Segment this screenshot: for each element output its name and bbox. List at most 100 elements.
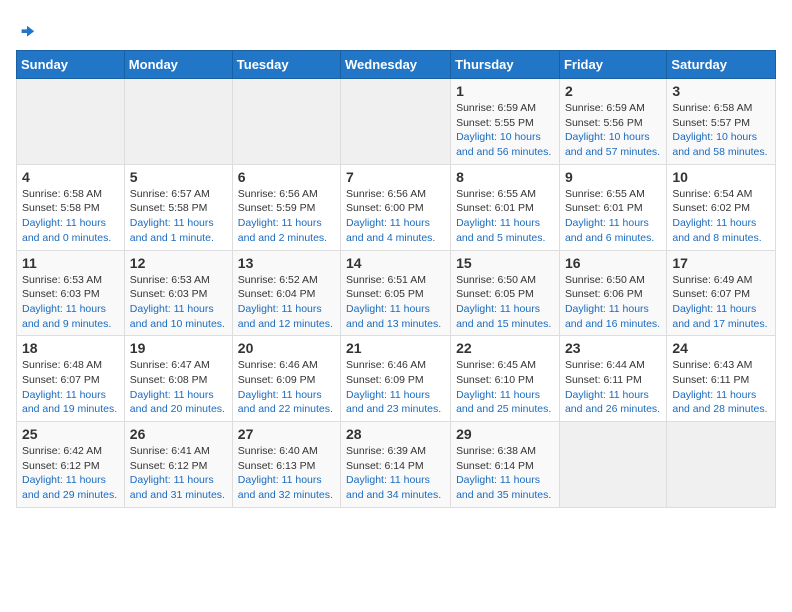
day-info: Sunrise: 6:56 AMSunset: 6:00 PMDaylight:… [346,187,445,246]
week-row-4: 25Sunrise: 6:42 AMSunset: 6:12 PMDayligh… [17,422,776,508]
daylight-label-cont: and and 5 minutes. [456,231,554,246]
calendar-cell: 3Sunrise: 6:58 AMSunset: 5:57 PMDaylight… [667,79,776,165]
calendar-cell: 1Sunrise: 6:59 AMSunset: 5:55 PMDaylight… [451,79,560,165]
day-number: 12 [130,255,227,271]
day-info: Sunrise: 6:49 AMSunset: 6:07 PMDaylight:… [672,273,770,332]
daylight-label-cont: and and 12 minutes. [238,317,335,332]
calendar-cell: 8Sunrise: 6:55 AMSunset: 6:01 PMDaylight… [451,164,560,250]
daylight-label-cont: and and 23 minutes. [346,402,445,417]
sunrise-text: Sunrise: 6:56 AM [346,187,445,202]
day-number: 14 [346,255,445,271]
column-header-tuesday: Tuesday [232,51,340,79]
calendar-cell: 22Sunrise: 6:45 AMSunset: 6:10 PMDayligh… [451,336,560,422]
daylight-label-cont: and and 9 minutes. [22,317,119,332]
daylight-label-cont: and and 56 minutes. [456,145,554,160]
day-number: 10 [672,169,770,185]
column-header-friday: Friday [559,51,666,79]
column-header-wednesday: Wednesday [341,51,451,79]
daylight-label-cont: and and 16 minutes. [565,317,661,332]
calendar-cell: 7Sunrise: 6:56 AMSunset: 6:00 PMDaylight… [341,164,451,250]
day-number: 4 [22,169,119,185]
daylight-label-cont: and and 17 minutes. [672,317,770,332]
daylight-label: Daylight: 11 hours [672,302,770,317]
sunrise-text: Sunrise: 6:55 AM [456,187,554,202]
daylight-label: Daylight: 11 hours [346,216,445,231]
sunset-text: Sunset: 5:59 PM [238,201,335,216]
day-number: 18 [22,340,119,356]
calendar-cell: 20Sunrise: 6:46 AMSunset: 6:09 PMDayligh… [232,336,340,422]
day-number: 21 [346,340,445,356]
daylight-label: Daylight: 11 hours [238,216,335,231]
calendar-cell [341,79,451,165]
sunset-text: Sunset: 5:57 PM [672,116,770,131]
daylight-label-cont: and and 25 minutes. [456,402,554,417]
daylight-label: Daylight: 11 hours [22,388,119,403]
daylight-label: Daylight: 11 hours [238,473,335,488]
daylight-label-cont: and and 0 minutes. [22,231,119,246]
day-info: Sunrise: 6:53 AMSunset: 6:03 PMDaylight:… [130,273,227,332]
daylight-label: Daylight: 11 hours [130,302,227,317]
day-info: Sunrise: 6:50 AMSunset: 6:05 PMDaylight:… [456,273,554,332]
sunset-text: Sunset: 6:12 PM [22,459,119,474]
day-number: 13 [238,255,335,271]
sunrise-text: Sunrise: 6:59 AM [565,101,661,116]
sunrise-text: Sunrise: 6:47 AM [130,358,227,373]
calendar-table: SundayMondayTuesdayWednesdayThursdayFrid… [16,50,776,508]
daylight-label: Daylight: 11 hours [346,473,445,488]
day-number: 26 [130,426,227,442]
day-number: 19 [130,340,227,356]
day-info: Sunrise: 6:59 AMSunset: 5:56 PMDaylight:… [565,101,661,160]
day-info: Sunrise: 6:40 AMSunset: 6:13 PMDaylight:… [238,444,335,503]
page-header [16,16,776,42]
daylight-label-cont: and and 57 minutes. [565,145,661,160]
day-info: Sunrise: 6:39 AMSunset: 6:14 PMDaylight:… [346,444,445,503]
daylight-label: Daylight: 11 hours [22,302,119,317]
calendar-cell: 6Sunrise: 6:56 AMSunset: 5:59 PMDaylight… [232,164,340,250]
day-number: 23 [565,340,661,356]
calendar-cell: 23Sunrise: 6:44 AMSunset: 6:11 PMDayligh… [559,336,666,422]
week-row-1: 4 Sunrise: 6:58 AMSunset: 5:58 PMDaylight… [17,164,776,250]
calendar-cell: 15Sunrise: 6:50 AMSunset: 6:05 PMDayligh… [451,250,560,336]
daylight-label: Daylight: 11 hours [130,388,227,403]
sunset-text: Sunset: 6:03 PM [22,287,119,302]
daylight-label-cont: and and 13 minutes. [346,317,445,332]
sunset-text: Sunset: 6:07 PM [672,287,770,302]
day-info: Sunrise: 6:42 AMSunset: 6:12 PMDaylight:… [22,444,119,503]
sunrise-text: Sunrise: 6:46 AM [346,358,445,373]
day-info: Sunrise: 6:58 AMSunset: 5:58 PMDaylight:… [22,187,119,246]
sunset-text: Sunset: 5:58 PM [22,201,119,216]
daylight-label: Daylight: 11 hours [456,388,554,403]
daylight-label: Daylight: 11 hours [672,388,770,403]
logo-flag-icon [18,24,36,42]
daylight-label: Daylight: 11 hours [238,388,335,403]
sunrise-text: Sunrise: 6:46 AM [238,358,335,373]
daylight-label-cont: and and 58 minutes. [672,145,770,160]
day-number: 1 [456,83,554,99]
calendar-cell: 27 Sunrise: 6:40 AMSunset: 6:13 PMDayligh… [232,422,340,508]
sunrise-text: Sunrise: 6:38 AM [456,444,554,459]
daylight-label: Daylight: 11 hours [346,302,445,317]
day-number: 27 [238,426,335,442]
daylight-label: Daylight: 11 hours [22,473,119,488]
day-info: Sunrise: 6:43 AMSunset: 6:11 PMDaylight:… [672,358,770,417]
day-number: 22 [456,340,554,356]
day-number: 29 [456,426,554,442]
daylight-label: Daylight: 10 hours [672,130,770,145]
sunrise-text: Sunrise: 6:52 AM [238,273,335,288]
sunrise-text: Sunrise: 6:55 AM [565,187,661,202]
daylight-label: Daylight: 11 hours [672,216,770,231]
day-number: 2 [565,83,661,99]
sunrise-text: Sunrise: 6:39 AM [346,444,445,459]
daylight-label-cont: and and 10 minutes. [130,317,227,332]
sunrise-text: Sunrise: 6:51 AM [346,273,445,288]
daylight-label-cont: and and 31 minutes. [130,488,227,503]
daylight-label-cont: and and 1 minute. [130,231,227,246]
calendar-cell [232,79,340,165]
daylight-label: Daylight: 11 hours [130,473,227,488]
daylight-label-cont: and and 28 minutes. [672,402,770,417]
sunset-text: Sunset: 5:58 PM [130,201,227,216]
daylight-label: Daylight: 10 hours [565,130,661,145]
week-row-0: 1Sunrise: 6:59 AMSunset: 5:55 PMDaylight… [17,79,776,165]
column-header-sunday: Sunday [17,51,125,79]
day-info: Sunrise: 6:53 AMSunset: 6:03 PMDaylight:… [22,273,119,332]
